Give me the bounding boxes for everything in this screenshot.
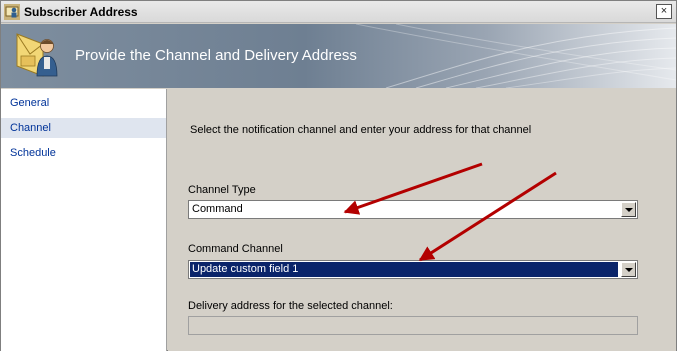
nav-item-label: Schedule xyxy=(10,147,56,159)
title-bar[interactable]: Subscriber Address × xyxy=(1,1,676,23)
delivery-address-input xyxy=(188,316,638,335)
nav-item-general[interactable]: General xyxy=(1,93,166,113)
channel-type-dropdown[interactable]: Command xyxy=(188,200,638,219)
nav-item-label: Channel xyxy=(10,122,51,134)
close-icon: × xyxy=(660,5,668,17)
banner-decoration xyxy=(355,24,676,88)
banner-title: Provide the Channel and Delivery Address xyxy=(75,47,357,64)
command-channel-label: Command Channel xyxy=(188,243,283,255)
nav-item-label: General xyxy=(10,97,50,109)
subscriber-address-dialog: Subscriber Address × Provide the Channel… xyxy=(0,0,677,351)
channel-type-label: Channel Type xyxy=(188,184,256,196)
command-channel-dropdown[interactable]: Update custom field 1 xyxy=(188,260,638,279)
chevron-down-icon xyxy=(625,208,633,212)
window-title: Subscriber Address xyxy=(24,5,138,19)
channel-page: Select the notification channel and ente… xyxy=(168,89,676,351)
chevron-down-icon xyxy=(625,268,633,272)
nav-item-schedule[interactable]: Schedule xyxy=(1,143,166,163)
instruction-text: Select the notification channel and ente… xyxy=(190,124,532,136)
channel-type-value: Command xyxy=(192,203,243,215)
header-banner: Provide the Channel and Delivery Address xyxy=(1,24,676,88)
command-channel-value: Update custom field 1 xyxy=(190,262,618,277)
page-navigation: General Channel Schedule xyxy=(1,89,167,351)
close-button[interactable]: × xyxy=(656,4,672,19)
command-channel-dropdown-button[interactable] xyxy=(621,262,636,277)
subscriber-icon xyxy=(16,33,58,77)
nav-item-channel[interactable]: Channel xyxy=(1,118,166,138)
app-icon xyxy=(4,4,20,20)
channel-type-dropdown-button[interactable] xyxy=(621,202,636,217)
delivery-address-label: Delivery address for the selected channe… xyxy=(188,300,393,312)
